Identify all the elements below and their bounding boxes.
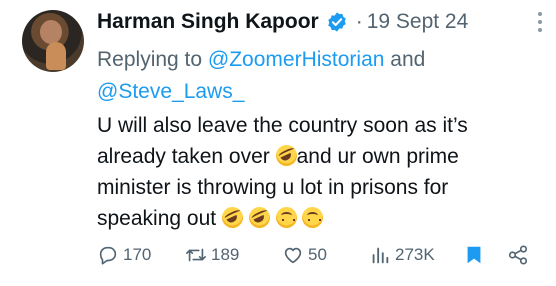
views-button[interactable]: 273K bbox=[369, 244, 435, 266]
tweet-actions: 170 189 50 273K bbox=[97, 244, 537, 270]
verified-badge-icon bbox=[327, 12, 346, 32]
rofl-emoji-icon bbox=[275, 145, 297, 166]
tweet-line: minister is throwing u lot in prisons fo… bbox=[97, 176, 449, 199]
views-count: 273K bbox=[395, 245, 435, 264]
repost-button[interactable]: 189 bbox=[185, 244, 239, 266]
reply-button[interactable]: 170 bbox=[97, 244, 151, 266]
tweet-line: U will also leave the country soon as it… bbox=[97, 114, 468, 137]
views-icon bbox=[372, 247, 389, 264]
bookmark-icon bbox=[467, 246, 481, 264]
like-button[interactable]: 50 bbox=[282, 244, 327, 266]
mention-zoomerhistorian[interactable]: @ZoomerHistorian bbox=[208, 48, 385, 71]
avatar[interactable] bbox=[22, 10, 84, 72]
rofl-emoji-icon bbox=[221, 207, 243, 228]
share-icon bbox=[508, 245, 528, 265]
rofl-emoji-icon bbox=[248, 207, 270, 228]
upside-down-face-emoji-icon bbox=[275, 207, 297, 228]
separator-dot: · bbox=[355, 10, 363, 33]
replying-to-prefix: Replying to bbox=[97, 48, 208, 71]
tweet-line: already taken over bbox=[97, 145, 276, 168]
replying-to: Replying to @ZoomerHistorian and @Steve_… bbox=[97, 44, 537, 108]
repost-count: 189 bbox=[211, 245, 240, 264]
upside-down-face-emoji-icon bbox=[302, 207, 324, 228]
reply-count: 170 bbox=[123, 245, 152, 264]
author-name[interactable]: Harman Singh Kapoor bbox=[97, 10, 319, 34]
like-count: 50 bbox=[308, 245, 327, 264]
bookmark-button[interactable] bbox=[463, 244, 485, 266]
share-button[interactable] bbox=[507, 244, 529, 266]
mention-steve-laws[interactable]: @Steve_Laws_ bbox=[97, 80, 244, 103]
reply-icon bbox=[99, 246, 117, 265]
repost-icon bbox=[186, 248, 206, 262]
more-icon[interactable] bbox=[538, 12, 542, 32]
tweet-line: speaking out bbox=[97, 207, 222, 230]
avatar-child bbox=[46, 42, 66, 70]
tweet-header: Harman Singh Kapoor · 19 Sept 24 bbox=[97, 10, 468, 34]
tweet-date[interactable]: 19 Sept 24 bbox=[367, 10, 469, 34]
replying-to-joiner: and bbox=[384, 48, 426, 71]
tweet-line: and ur own prime bbox=[296, 145, 459, 168]
tweet-text: U will also leave the country soon as it… bbox=[97, 110, 542, 234]
like-icon bbox=[284, 247, 302, 264]
avatar-face bbox=[40, 20, 62, 44]
